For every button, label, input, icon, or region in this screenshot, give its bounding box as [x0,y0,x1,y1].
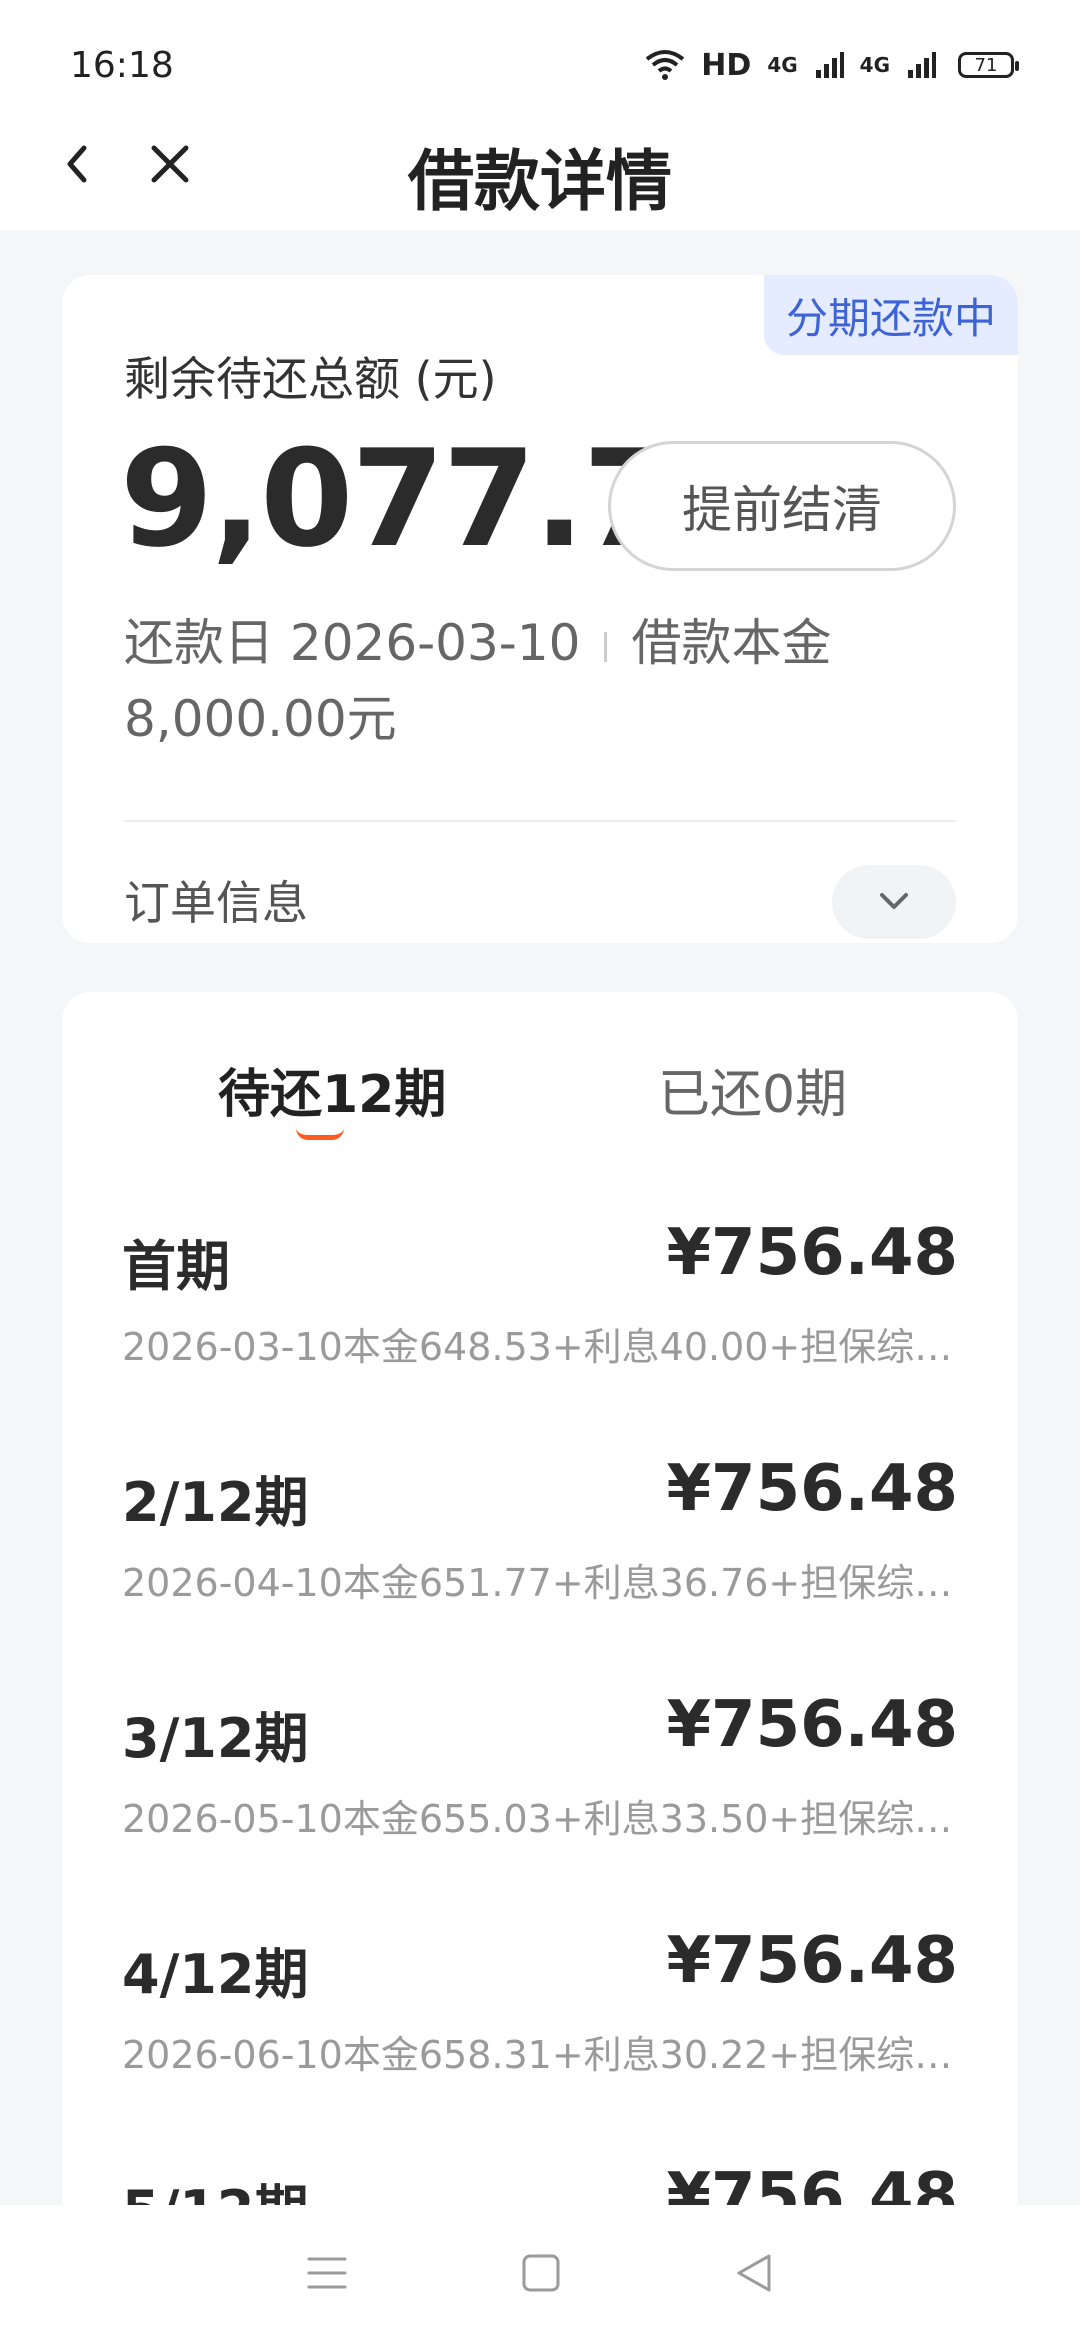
separator [604,631,608,662]
repayment-info: 还款日 2026-03-10 借款本金 8,000.00元 [124,605,964,757]
installment-title: 首期 [122,1235,230,1298]
list-item[interactable]: 4/12期 ¥756.48 2026-06-10本金658.31+利息30.22… [62,1924,1018,2166]
divider [124,820,956,822]
repay-date: 还款日 2026-03-10 [124,614,581,672]
installment-detail: 2026-04-10本金651.77+利息36.76+担保综合服务费67.95 [122,1561,958,1605]
status-time: 16:18 [70,44,174,86]
hd-indicator: HD [701,47,752,83]
installment-title: 2/12期 [122,1471,309,1534]
installment-amount: ¥756.48 [666,1924,959,1998]
principal-label: 借款本金 [631,614,832,672]
installment-amount: ¥756.48 [666,1216,959,1290]
nav-bar: 借款详情 [0,100,1080,230]
system-nav-bar [0,2205,1080,2340]
menu-icon[interactable] [305,2253,349,2293]
status-badge: 分期还款中 [763,275,1018,355]
signal-icon [815,52,844,78]
signal-icon [908,52,936,78]
installment-detail: 2026-03-10本金648.53+利息40.00+担保综合服务费67.95 [122,1325,958,1369]
back-triangle-icon[interactable] [733,2252,775,2294]
battery-level: 71 [974,54,998,76]
installment-amount: ¥756.48 [666,1688,959,1762]
installment-list: 首期 ¥756.48 2026-03-10本金648.53+利息40.00+担保… [62,1216,1018,2242]
installment-detail: 2026-05-10本金655.03+利息33.50+担保综合服务费67.95 [122,1797,958,1841]
installment-tabs: 待还12期 已还0期 [62,992,1018,1162]
battery-icon: 71 [958,52,1019,78]
page-title: 借款详情 [408,143,672,220]
tab-pending[interactable]: 待还12期 [218,1052,446,1127]
early-payoff-button[interactable]: 提前结清 [608,441,956,571]
installment-detail: 2026-06-10本金658.31+利息30.22+担保综合服务费67.95 [122,2033,958,2077]
installment-amount: ¥756.48 [666,1452,959,1526]
active-tab-indicator [296,1128,344,1140]
signal-4g-label-2: 4G [859,53,890,77]
list-item[interactable]: 3/12期 ¥756.48 2026-05-10本金655.03+利息33.50… [62,1688,1018,1930]
installment-title: 3/12期 [122,1707,309,1770]
order-info-label[interactable]: 订单信息 [124,867,308,933]
principal-value: 8,000.00元 [124,690,397,748]
list-item[interactable]: 2/12期 ¥756.48 2026-04-10本金651.77+利息36.76… [62,1452,1018,1694]
remaining-total-label: 剩余待还总额 (元) [124,352,497,406]
home-square-icon[interactable] [520,2252,562,2294]
tab-paid[interactable]: 已还0期 [658,1052,847,1127]
wifi-icon [646,50,685,80]
status-icons: HD 4G 4G 71 [645,47,1019,83]
installment-title: 4/12期 [122,1943,309,2006]
order-info-toggle[interactable] [832,865,956,939]
list-item[interactable]: 首期 ¥756.48 2026-03-10本金648.53+利息40.00+担保… [62,1216,1018,1458]
signal-4g-label-1: 4G [767,53,798,77]
loan-summary-card: 分期还款中 剩余待还总额 (元) 9,077.72 提前结清 还款日 2026-… [62,275,1018,943]
chevron-down-icon [880,893,908,909]
installment-list-card: 待还12期 已还0期 首期 ¥756.48 2026-03-10本金648.53… [62,992,1018,2242]
